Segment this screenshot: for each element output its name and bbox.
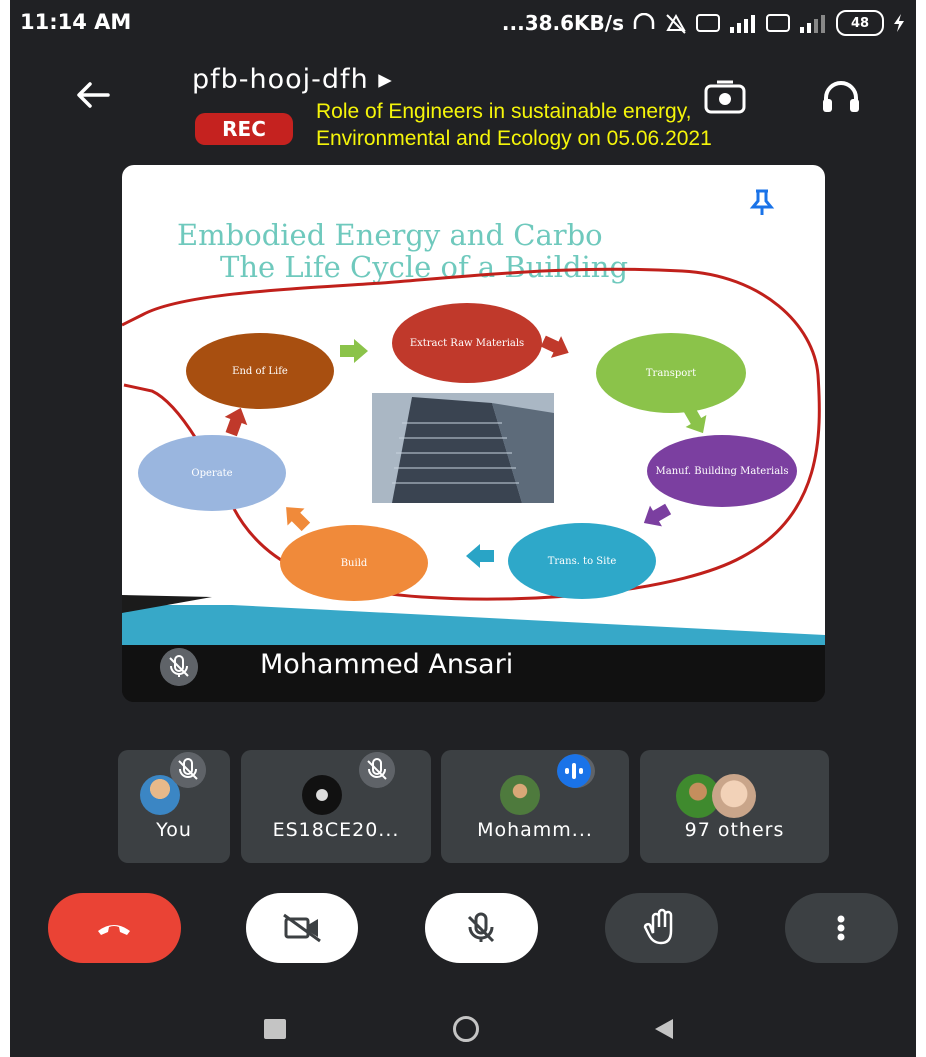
- more-vert-icon: [837, 915, 845, 941]
- headset-status-icon: [633, 13, 655, 29]
- headphones-icon[interactable]: [818, 78, 864, 116]
- presenter-mic-off-icon: [160, 648, 198, 686]
- status-icons: ...38.6KB/s 48: [502, 10, 906, 36]
- rec-badge: REC: [195, 113, 293, 145]
- stage-transport: Transport: [596, 333, 746, 413]
- back-arrow-icon[interactable]: [68, 70, 118, 120]
- participant-label: Mohamm...: [477, 819, 593, 841]
- stage-operate: Operate: [138, 435, 286, 511]
- status-time: 11:14 AM: [20, 10, 132, 34]
- switch-camera-icon[interactable]: [702, 78, 748, 116]
- signal-2-icon: [800, 15, 825, 33]
- arrow-extract-transport: [540, 335, 569, 358]
- participant-label: You: [156, 819, 192, 841]
- stage-extract: Extract Raw Materials: [392, 303, 542, 383]
- participant-tile-others[interactable]: 97 others: [640, 750, 829, 863]
- avatar: [500, 775, 540, 815]
- arrow-endoflife-extract: [340, 339, 368, 363]
- charging-icon: [894, 14, 904, 32]
- overlay-caption: Role of Engineers in sustainable energy,…: [316, 98, 712, 152]
- meeting-code[interactable]: pfb-hooj-dfh ▸: [192, 64, 393, 95]
- more-options-button[interactable]: [785, 893, 898, 963]
- mic-toggle-button[interactable]: [425, 893, 538, 963]
- volte-icon: [696, 14, 720, 32]
- arrow-trans-build: [466, 544, 494, 568]
- caption-line-1: Role of Engineers in sustainable energy,: [316, 100, 692, 123]
- participant-tile-you[interactable]: You: [118, 750, 230, 863]
- mic-off-icon: [170, 752, 206, 788]
- end-call-icon: [98, 925, 130, 935]
- caption-line-2: Environmental and Ecology on 05.06.2021: [316, 127, 712, 150]
- recents-button[interactable]: [264, 1019, 286, 1039]
- home-button[interactable]: [453, 1016, 479, 1042]
- participant-tile-mohammed[interactable]: Mohamm...: [441, 750, 629, 863]
- stage-end-of-life: End of Life: [186, 333, 334, 409]
- battery-icon: 48: [836, 10, 884, 36]
- mute-status-icon: [666, 13, 686, 34]
- participant-label: 97 others: [684, 819, 785, 841]
- avatar: [302, 775, 342, 815]
- arrow-operate-endoflife: [224, 407, 248, 437]
- presenter-name: Mohammed Ansari: [260, 649, 514, 680]
- end-call-button[interactable]: [48, 893, 181, 963]
- pin-icon[interactable]: [747, 187, 777, 217]
- camera-toggle-button[interactable]: [246, 893, 358, 963]
- shared-slide: Embodied Energy and Carbo The Life Cycle…: [122, 165, 825, 645]
- stage-manufacture: Manuf. Building Materials: [647, 435, 797, 507]
- avatar: [712, 774, 756, 818]
- participant-label: ES18CE20...: [272, 819, 400, 841]
- network-speed: ...38.6KB/s: [501, 11, 624, 35]
- signal-icon: [730, 15, 755, 33]
- speaking-indicator-icon: [557, 754, 595, 788]
- stage-transport-to-site: Trans. to Site: [508, 523, 656, 599]
- mic-off-icon: [467, 912, 495, 943]
- arrow-build-operate: [286, 507, 311, 532]
- raise-hand-button[interactable]: [605, 893, 718, 963]
- volte-2-icon: [766, 14, 790, 32]
- building-image: [372, 393, 554, 503]
- participant-tile-es18ce20[interactable]: ES18CE20...: [241, 750, 431, 863]
- mic-off-icon: [359, 752, 395, 788]
- meet-screen: 11:14 AM ...38.6KB/s 48 pfb-hooj-dfh ▸ R…: [10, 0, 916, 1057]
- arrow-manuf-trans: [643, 503, 672, 527]
- stage-build: Build: [280, 525, 428, 601]
- hand-icon: [643, 908, 673, 945]
- camera-off-icon: [283, 913, 321, 943]
- presentation-tile[interactable]: Embodied Energy and Carbo The Life Cycle…: [122, 165, 825, 702]
- back-nav-icon[interactable]: [653, 1018, 675, 1040]
